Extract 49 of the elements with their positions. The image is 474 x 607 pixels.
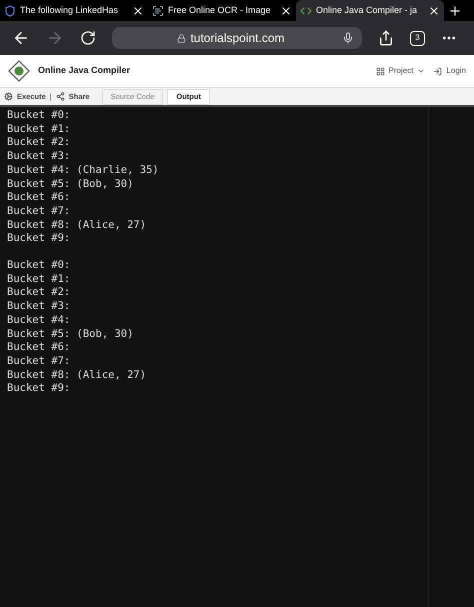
shield-icon: [4, 4, 16, 16]
output-line: Bucket #5: (Bob, 30): [7, 178, 134, 192]
address-bar[interactable]: tutorialspoint.com: [112, 27, 362, 49]
url-text: tutorialspoint.com: [190, 30, 285, 47]
new-tab-icon[interactable]: [448, 4, 462, 18]
output-line: Bucket #8: (Alice, 27): [7, 368, 146, 382]
logo-icon: [8, 60, 30, 82]
output-line: Bucket #1:: [7, 272, 70, 286]
tab-count[interactable]: 3: [410, 30, 425, 46]
forward-icon[interactable]: [46, 29, 64, 47]
microphone-icon[interactable]: [342, 32, 354, 44]
output-line: Bucket #2:: [7, 286, 70, 300]
close-icon[interactable]: [428, 4, 440, 16]
tab-title: The following LinkedHas: [20, 4, 120, 17]
output-line: Bucket #1:: [7, 122, 70, 136]
tab-title: Online Java Compiler - ja: [316, 4, 418, 17]
output-line: Bucket #4:: [7, 314, 70, 328]
output-line: Bucket #2:: [7, 136, 70, 150]
output-line: Bucket #6:: [7, 191, 70, 205]
close-icon[interactable]: [132, 4, 144, 16]
reload-icon[interactable]: [80, 30, 96, 46]
output-line: Bucket #6:: [7, 341, 70, 355]
login-icon: [433, 66, 442, 76]
output-line: Bucket #9:: [7, 382, 70, 396]
output-line: Bucket #8: (Alice, 27): [7, 218, 146, 232]
output-line: Bucket #7:: [7, 354, 70, 369]
output-line: Bucket #5: (Bob, 30): [7, 328, 134, 342]
browser-tab[interactable]: Online Java Compiler - ja: [296, 0, 444, 21]
site-title: Online Java Compiler: [38, 64, 130, 78]
output-line: Bucket #7:: [7, 204, 70, 219]
output-line: Bucket #4: (Charlie, 35): [7, 164, 159, 178]
output-line: Bucket #3:: [7, 300, 70, 314]
back-icon[interactable]: [12, 29, 30, 47]
output-line: Bucket #0:: [7, 109, 70, 123]
close-icon[interactable]: [280, 4, 292, 16]
document-icon: [152, 4, 164, 16]
code-icon: [300, 4, 312, 16]
project-menu[interactable]: Project: [376, 65, 426, 77]
output-line: Bucket #0:: [7, 259, 70, 273]
tab-title: Free Online OCR - Image: [168, 4, 272, 17]
output-line: Bucket #3:: [7, 150, 70, 164]
caret-icon: [417, 67, 426, 75]
grid-icon: [376, 66, 385, 76]
login-link[interactable]: Login: [433, 65, 466, 77]
gear-icon: [4, 92, 13, 101]
lock-icon: [177, 34, 186, 42]
share-icon[interactable]: [378, 30, 394, 46]
output-line: Bucket #9:: [7, 232, 70, 246]
share-icon: [56, 92, 65, 101]
